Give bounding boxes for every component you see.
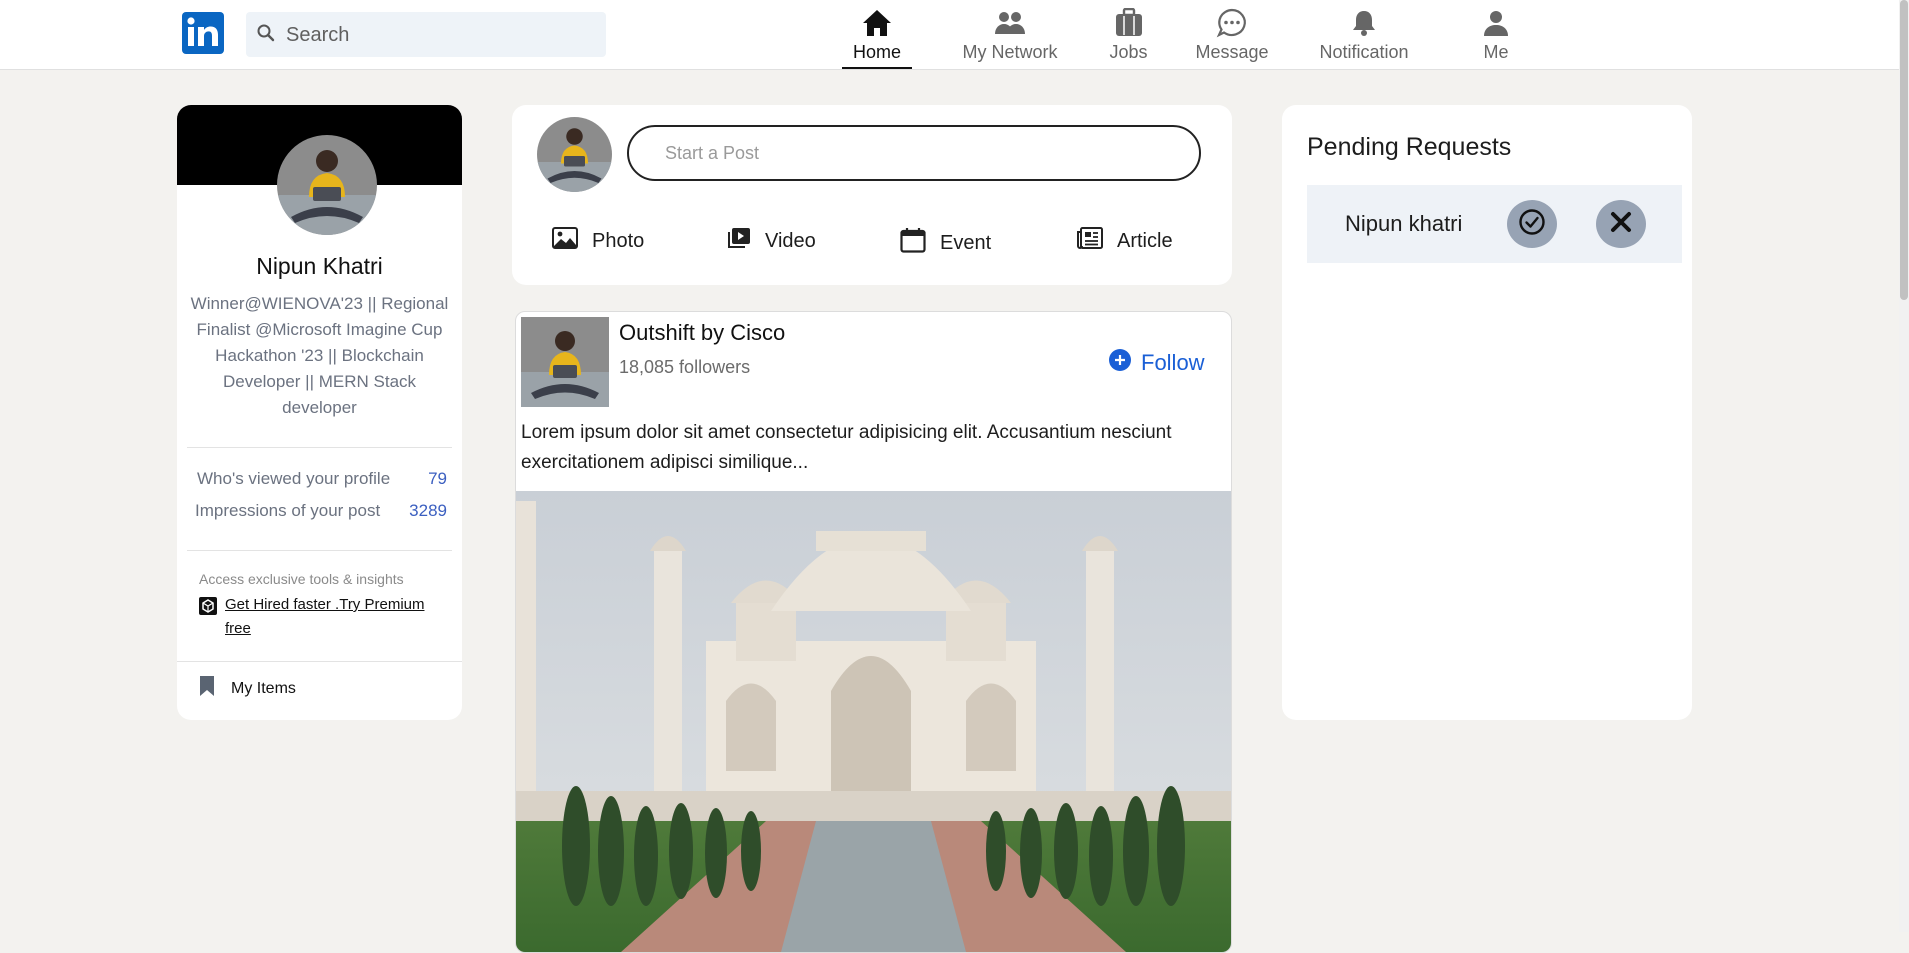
profile-name[interactable]: Nipun Khatri <box>177 253 462 280</box>
photo-button[interactable]: Photo <box>552 227 644 255</box>
nav-message[interactable]: Message <box>1192 8 1272 68</box>
profile-headline: Winner@WIENOVA'23 || Regional Finalist @… <box>190 294 449 417</box>
feed-post: Outshift by Cisco 18,085 followers Follo… <box>515 311 1232 953</box>
start-post-field <box>627 125 1201 181</box>
briefcase-icon <box>1100 8 1157 38</box>
premium-note: Access exclusive tools & insights <box>199 571 404 587</box>
photo-label: Photo <box>592 229 645 252</box>
accept-request-button[interactable] <box>1507 200 1557 248</box>
search-input[interactable] <box>284 12 598 59</box>
search-box <box>246 12 606 59</box>
divider <box>187 550 452 551</box>
nav-notification-label: Notification <box>1319 42 1409 62</box>
nav-my-network[interactable]: My Network <box>960 8 1060 68</box>
request-name[interactable]: Nipun khatri <box>1345 211 1462 237</box>
nav-my-network-label: My Network <box>962 42 1058 62</box>
check-circle-icon <box>1518 208 1546 241</box>
stat-value: 3289 <box>409 501 447 520</box>
composer-avatar[interactable] <box>537 117 612 192</box>
video-button[interactable]: Video <box>727 227 816 255</box>
plus-circle-icon <box>1109 349 1131 377</box>
divider <box>177 661 462 662</box>
person-icon <box>1476 8 1516 38</box>
nav-home-label: Home <box>852 42 901 62</box>
premium-icon <box>199 597 217 615</box>
search-icon <box>256 23 276 48</box>
event-button[interactable]: Event <box>900 227 991 259</box>
article-label: Article <box>1117 229 1173 252</box>
newspaper-icon <box>1077 227 1103 255</box>
nav-jobs[interactable]: Jobs <box>1100 8 1157 68</box>
profile-avatar[interactable] <box>277 135 377 235</box>
people-icon <box>960 8 1060 38</box>
top-navbar: Home My Network Jobs Message Notificatio… <box>0 0 1909 70</box>
stat-label: Who's viewed your profile <box>197 469 391 488</box>
premium-promo: Get Hired faster .Try Premium free <box>199 593 444 641</box>
calendar-icon <box>900 227 926 259</box>
divider <box>187 447 452 448</box>
nav-me-label: Me <box>1483 42 1509 62</box>
nav-me[interactable]: Me <box>1476 8 1516 68</box>
stat-profile-views[interactable]: Who's viewed your profile 79 <box>197 469 447 489</box>
post-composer: Photo Video Event Article <box>512 105 1232 285</box>
post-text: Lorem ipsum dolor sit amet consectetur a… <box>521 422 1172 473</box>
follow-label: Follow <box>1141 350 1205 375</box>
premium-link[interactable]: Get Hired faster .Try Premium free <box>225 596 424 637</box>
event-label: Event <box>940 231 992 254</box>
post-author-name[interactable]: Outshift by Cisco <box>619 320 785 346</box>
my-items-link[interactable]: My Items <box>199 675 296 702</box>
video-label: Video <box>765 229 816 252</box>
follow-button[interactable]: Follow <box>1109 349 1205 377</box>
photo-icon <box>552 227 578 255</box>
nav-home[interactable]: Home <box>842 8 912 68</box>
pending-requests-card: Pending Requests Nipun khatri <box>1282 105 1692 720</box>
stat-post-impressions[interactable]: Impressions of your post 3289 <box>195 501 447 521</box>
profile-card: Nipun Khatri Winner@WIENOVA'23 || Region… <box>177 105 462 720</box>
reject-request-button[interactable] <box>1596 200 1646 248</box>
article-button[interactable]: Article <box>1077 227 1173 255</box>
post-image[interactable] <box>516 491 1231 952</box>
bookmark-icon <box>199 675 215 702</box>
nav-notification[interactable]: Notification <box>1314 8 1414 68</box>
active-nav-indicator <box>842 67 912 69</box>
stat-value: 79 <box>428 469 447 488</box>
message-icon <box>1192 8 1272 38</box>
close-icon <box>1610 211 1632 238</box>
scrollbar-thumb[interactable] <box>1900 0 1908 300</box>
post-author-image[interactable] <box>521 317 609 407</box>
nav-jobs-label: Jobs <box>1109 42 1148 62</box>
pending-requests-title: Pending Requests <box>1307 133 1512 161</box>
my-items-label: My Items <box>231 679 296 697</box>
stat-label: Impressions of your post <box>195 501 381 520</box>
video-icon <box>727 227 751 255</box>
home-icon <box>842 8 912 38</box>
bell-icon <box>1314 8 1414 38</box>
linkedin-logo[interactable] <box>182 12 224 54</box>
start-post-input[interactable] <box>629 127 1199 179</box>
nav-message-label: Message <box>1195 42 1269 62</box>
post-author-followers: 18,085 followers <box>619 357 751 377</box>
request-row: Nipun khatri <box>1307 185 1682 263</box>
